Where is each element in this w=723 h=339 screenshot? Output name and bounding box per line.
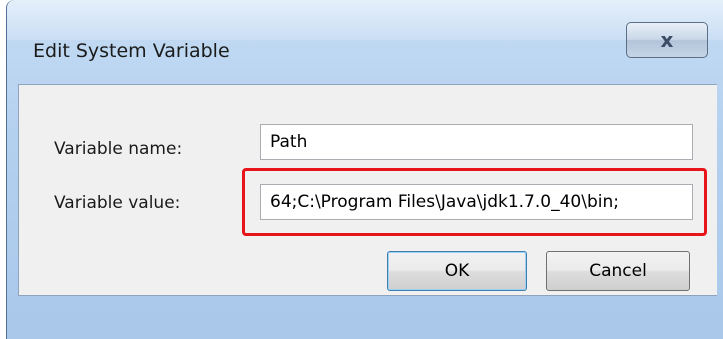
cancel-button[interactable]: Cancel [546, 251, 690, 291]
variable-name-field[interactable]: Path [260, 124, 693, 160]
highlight-box [242, 168, 707, 236]
ok-button[interactable]: OK [387, 251, 527, 291]
window-title: Edit System Variable [33, 40, 230, 62]
variable-name-label: Variable name: [54, 139, 183, 159]
close-icon: x [660, 28, 674, 52]
close-button[interactable]: x [626, 22, 708, 58]
variable-value-label: Variable value: [54, 193, 181, 213]
title-bar [7, 0, 723, 40]
